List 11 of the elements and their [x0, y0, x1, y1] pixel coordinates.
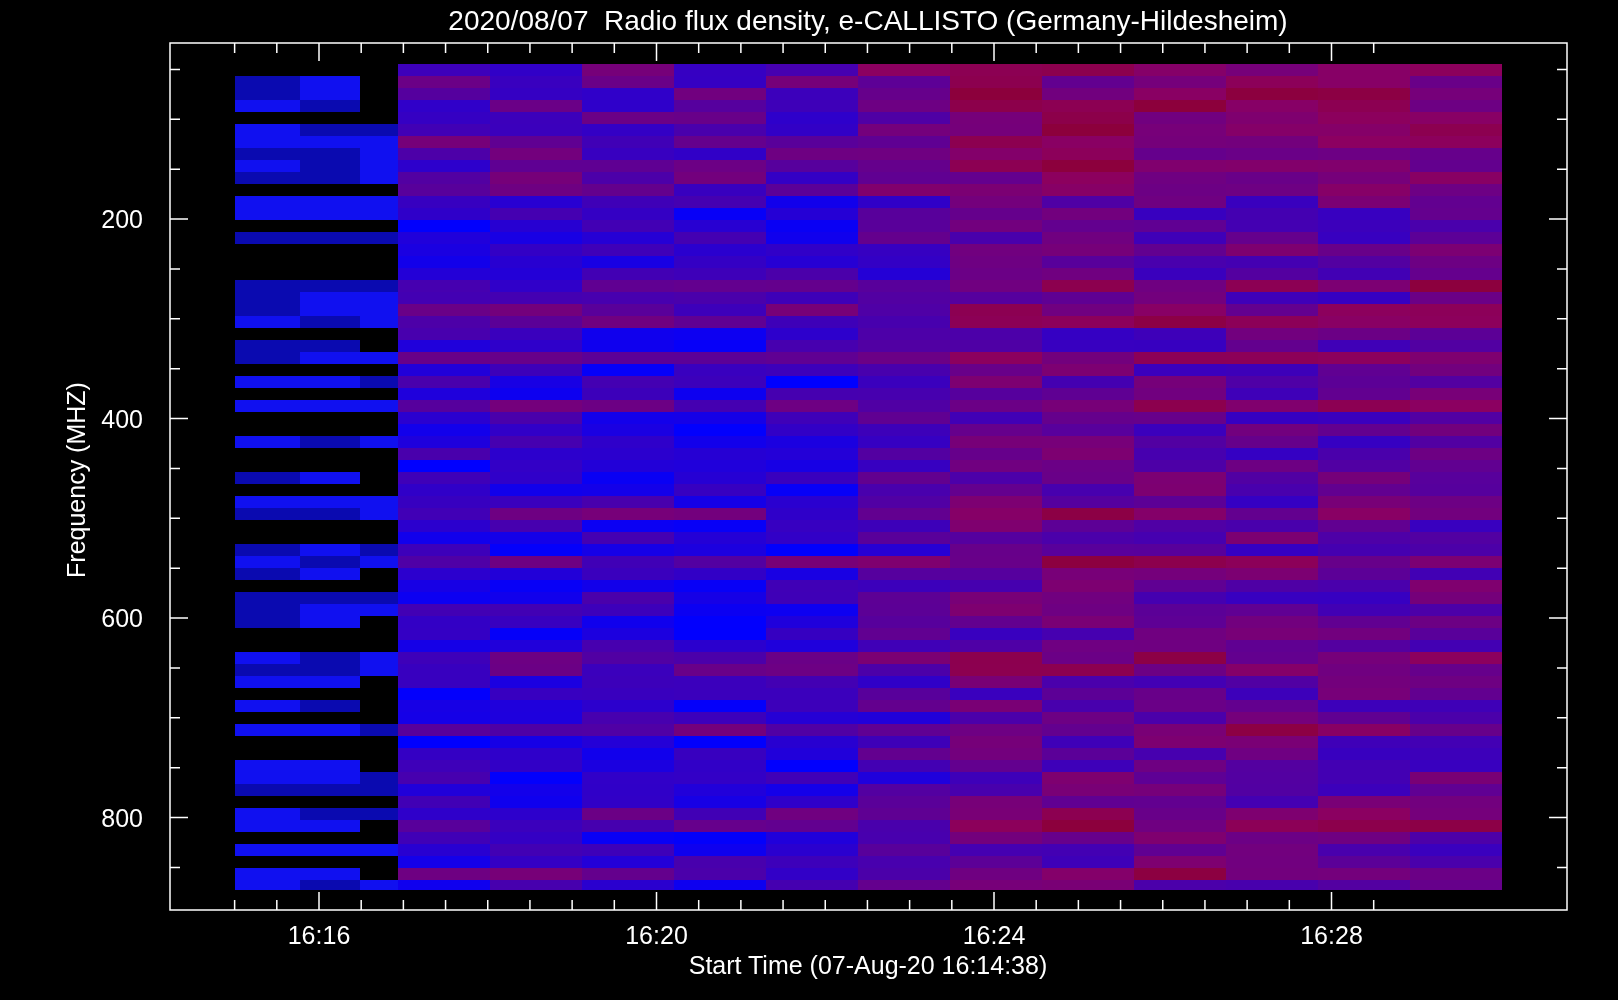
x-tick-label: 16:16: [287, 921, 351, 949]
y-tick-label: 200: [101, 205, 143, 233]
y-tick-label: 800: [101, 803, 143, 832]
x-tick-label: 16:20: [625, 921, 688, 949]
x-axis-label: Start Time (07-Aug-20 16:14:38): [688, 951, 1048, 979]
y-tick-label: 600: [101, 604, 143, 632]
y-tick-label: 400: [101, 404, 143, 433]
x-tick-label: 16:28: [1300, 921, 1363, 949]
chart-title: 2020/08/07 Radio flux density, e-CALLISTO (Germany-Hildesheim): [448, 5, 1288, 36]
x-tick-label: 16:24: [962, 921, 1026, 949]
y-axis-label: Frequency (MHZ): [62, 382, 90, 578]
